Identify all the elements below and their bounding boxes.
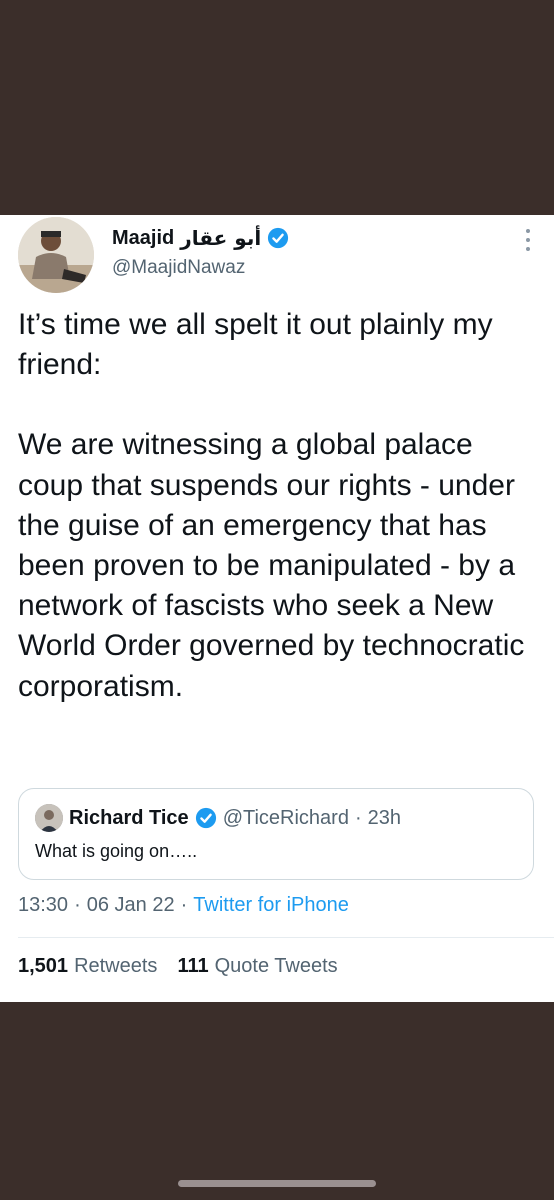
quoted-tweet-text: What is going on….. bbox=[35, 841, 198, 861]
quoted-author-handle: @TiceRichard bbox=[222, 806, 349, 829]
quoted-author-avatar bbox=[35, 804, 63, 832]
verified-badge-icon bbox=[195, 807, 216, 829]
avatar-image bbox=[18, 217, 94, 293]
quote-tweets-count[interactable]: 111 bbox=[177, 955, 208, 978]
tweet-card: Maajid أبو عقار @MaajidNawaz It’s time w… bbox=[0, 215, 554, 1002]
author-arabic-name[interactable]: أبو عقار bbox=[180, 226, 261, 250]
divider bbox=[18, 937, 554, 938]
quoted-tweet[interactable]: Richard Tice @TiceRichard · 23h What is … bbox=[18, 788, 534, 880]
tweet-paragraph: We are witnessing a global palace coup t… bbox=[18, 428, 525, 703]
quoted-time: 23h bbox=[367, 806, 401, 829]
quoted-author-name: Richard Tice bbox=[69, 806, 189, 829]
tweet-source-link[interactable]: Twitter for iPhone bbox=[193, 894, 349, 917]
tweet-text: It’s time we all spelt it out plainly my… bbox=[18, 305, 540, 707]
quoted-tweet-header: Richard Tice @TiceRichard · 23h bbox=[35, 804, 401, 832]
author-avatar[interactable] bbox=[18, 217, 94, 293]
retweets-label[interactable]: Retweets bbox=[74, 955, 157, 978]
meta-separator: · bbox=[180, 894, 188, 916]
quoted-avatar-image bbox=[35, 804, 63, 832]
tweet-stats: 1,501 Retweets 111 Quote Tweets bbox=[18, 955, 338, 978]
verified-badge-icon bbox=[268, 227, 289, 249]
tweet-paragraph: It’s time we all spelt it out plainly my… bbox=[18, 308, 493, 382]
author-name-row[interactable]: Maajid أبو عقار bbox=[112, 223, 289, 253]
author-handle[interactable]: @MaajidNawaz bbox=[112, 257, 245, 279]
meta-separator: · bbox=[74, 894, 81, 916]
more-options-icon[interactable] bbox=[524, 229, 532, 251]
tweet-date: 06 Jan 22 bbox=[86, 894, 175, 916]
quote-tweets-label[interactable]: Quote Tweets bbox=[215, 955, 338, 978]
home-indicator[interactable] bbox=[178, 1180, 376, 1187]
paragraph-spacer bbox=[18, 385, 540, 425]
author-display-name[interactable]: Maajid bbox=[112, 227, 174, 250]
tweet-time: 13:30 bbox=[18, 894, 69, 916]
tweet-metadata: 13:30 · 06 Jan 22 · Twitter for iPhone bbox=[18, 894, 349, 917]
quoted-separator: · bbox=[354, 806, 362, 829]
retweets-count[interactable]: 1,501 bbox=[18, 955, 68, 978]
